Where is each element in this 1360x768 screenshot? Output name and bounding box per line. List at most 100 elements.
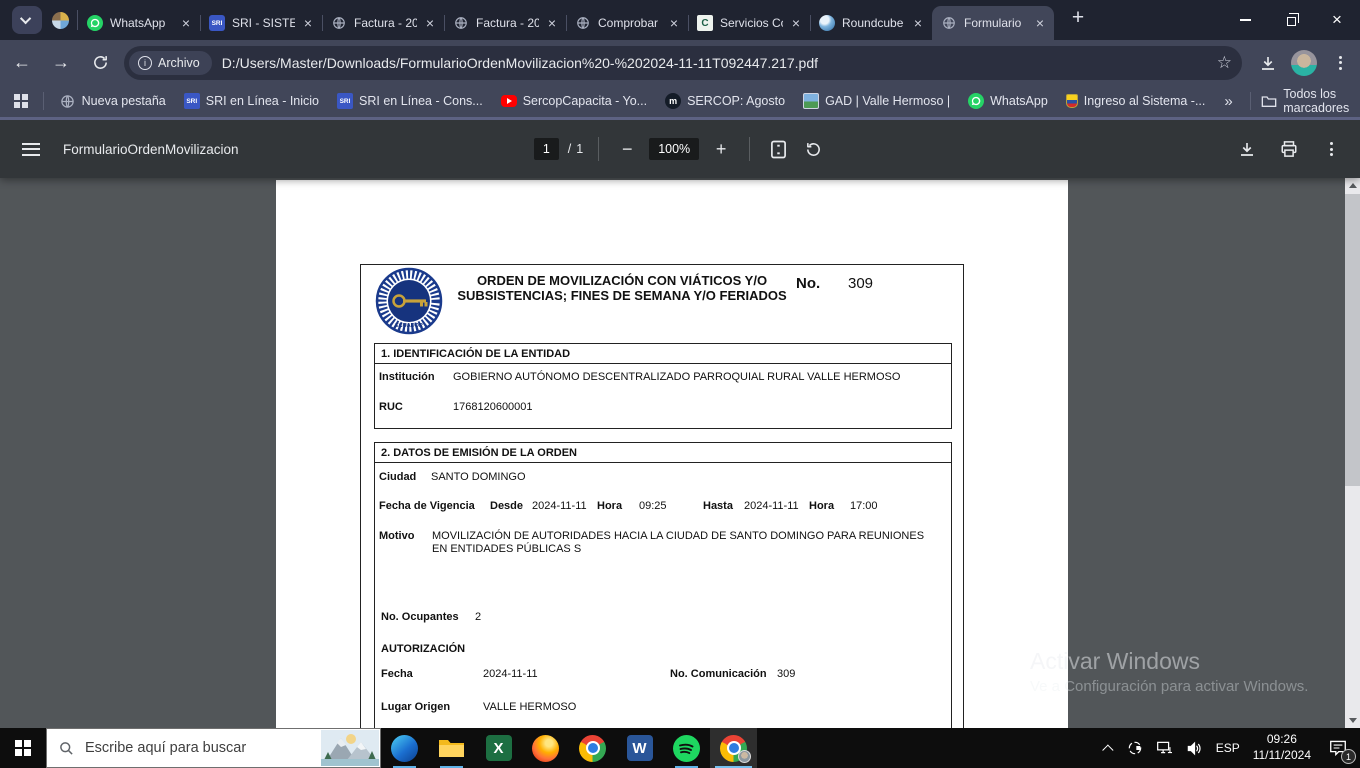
minimize-icon xyxy=(1239,19,1251,21)
close-icon[interactable]: × xyxy=(788,15,804,31)
fit-to-page-button[interactable] xyxy=(765,136,791,162)
scrollbar-thumb[interactable] xyxy=(1345,194,1360,486)
scroll-down-button[interactable] xyxy=(1345,713,1360,728)
close-icon[interactable]: × xyxy=(300,15,316,31)
ruc-value: 1768120600001 xyxy=(453,401,533,413)
address-bar[interactable]: i Archivo D:/Users/Master/Downloads/Form… xyxy=(124,45,1242,80)
clock-date: 11/11/2024 xyxy=(1252,748,1311,762)
close-icon[interactable]: × xyxy=(178,15,194,31)
taskbar-excel[interactable]: X xyxy=(475,728,522,768)
rotate-button[interactable] xyxy=(800,136,826,162)
autorizacion-heading: AUTORIZACIÓN xyxy=(381,643,466,655)
bookmark-label: SercopCapacita - Yo... xyxy=(522,94,648,108)
pdf-print-button[interactable] xyxy=(1276,136,1302,162)
globe-icon xyxy=(941,15,957,31)
downloads-button[interactable] xyxy=(1252,47,1284,79)
comunicacion-value: 309 xyxy=(777,668,796,680)
tab-factura-2[interactable]: Factura - 20 × xyxy=(444,6,566,40)
zoom-in-button[interactable]: + xyxy=(708,136,734,162)
maximize-button[interactable] xyxy=(1268,0,1314,40)
close-window-button[interactable]: × xyxy=(1314,0,1360,40)
forward-button[interactable]: → xyxy=(44,46,78,80)
taskbar-spotify[interactable] xyxy=(663,728,710,768)
bookmark-sri-inicio[interactable]: SRI SRI en Línea - Inicio xyxy=(183,93,319,109)
browser-menu-button[interactable] xyxy=(1324,47,1356,79)
network-icon[interactable] xyxy=(1156,741,1173,756)
bookmark-sercop-agosto[interactable]: m SERCOP: Agosto xyxy=(665,93,785,109)
tab-sri[interactable]: SRI SRI - SISTEM × xyxy=(200,6,322,40)
triangle-up-icon xyxy=(1348,183,1357,188)
vertical-scrollbar[interactable] xyxy=(1345,178,1360,728)
start-button[interactable] xyxy=(0,728,46,768)
tab-comprobar[interactable]: Comprobar × xyxy=(566,6,688,40)
tab-search-button[interactable] xyxy=(12,6,42,34)
bookmark-ingreso-sistema[interactable]: Ingreso al Sistema -... xyxy=(1065,94,1205,108)
apps-grid-icon[interactable] xyxy=(14,94,28,108)
site-info-chip[interactable]: i Archivo xyxy=(129,50,212,75)
close-icon[interactable]: × xyxy=(1032,15,1048,31)
bookmark-sercopcapacita[interactable]: SercopCapacita - Yo... xyxy=(500,94,648,108)
hasta-value: 2024-11-11 xyxy=(744,500,799,512)
search-placeholder: Escribe aquí para buscar xyxy=(85,740,247,756)
close-icon[interactable]: × xyxy=(422,15,438,31)
notification-badge: 1 xyxy=(1341,749,1356,764)
close-icon[interactable]: × xyxy=(544,15,560,31)
document-title: ORDEN DE MOVILIZACIÓN CON VIÁTICOS Y/O S… xyxy=(457,273,787,303)
bookmarks-overflow-button[interactable]: » xyxy=(1224,93,1232,110)
profile-avatar[interactable] xyxy=(1288,47,1320,79)
url-text[interactable]: D:/Users/Master/Downloads/FormularioOrde… xyxy=(222,55,1209,71)
pdf-content-area[interactable]: ECUADOR ORDEN DE MOVILIZACIÓN CON VIÁTIC… xyxy=(0,178,1360,728)
all-bookmarks[interactable]: Todos los marcadores xyxy=(1243,87,1350,115)
page-number-input[interactable]: 1 xyxy=(533,138,559,160)
scroll-up-button[interactable] xyxy=(1345,178,1360,193)
reload-button[interactable] xyxy=(83,46,117,80)
pdf-download-button[interactable] xyxy=(1234,136,1260,162)
taskbar-chrome[interactable] xyxy=(569,728,616,768)
triangle-down-icon xyxy=(1348,718,1357,723)
taskbar-firefox[interactable] xyxy=(522,728,569,768)
ecuador-shield-icon xyxy=(1065,94,1078,108)
tray-chevron-up-icon[interactable] xyxy=(1101,744,1114,756)
taskbar-word[interactable]: W xyxy=(616,728,663,768)
tab-servicios[interactable]: C Servicios Co × xyxy=(688,6,810,40)
divider xyxy=(598,137,600,161)
tab-label: Servicios Co xyxy=(720,16,783,30)
bookmark-star-icon[interactable]: ☆ xyxy=(1217,53,1232,73)
bookmark-whatsapp[interactable]: WhatsApp xyxy=(968,93,1048,109)
pdf-more-button[interactable] xyxy=(1318,136,1344,162)
search-icon xyxy=(60,741,73,755)
language-indicator[interactable]: ESP xyxy=(1216,741,1240,755)
taskbar-search-input[interactable]: Escribe aquí para buscar xyxy=(46,728,381,768)
taskbar-chrome-active[interactable] xyxy=(710,728,757,768)
notification-center-button[interactable]: 1 xyxy=(1324,734,1356,764)
new-tab-button[interactable]: + xyxy=(1064,4,1092,32)
bookmark-nueva-pestana[interactable]: Nueva pestaña xyxy=(60,93,166,109)
bookmark-sri-consultas[interactable]: SRI SRI en Línea - Cons... xyxy=(337,93,483,109)
close-icon[interactable]: × xyxy=(666,15,682,31)
tab-factura-1[interactable]: Factura - 20 × xyxy=(322,6,444,40)
tab-formulario-active[interactable]: Formulario × xyxy=(932,6,1054,40)
close-icon[interactable]: × xyxy=(910,15,926,31)
zoom-level-input[interactable]: 100% xyxy=(649,138,700,160)
image-icon xyxy=(803,93,820,109)
tab-whatsapp[interactable]: WhatsApp × xyxy=(78,6,200,40)
pdf-menu-icon[interactable] xyxy=(22,142,40,156)
pdf-actions xyxy=(1234,136,1344,162)
download-icon xyxy=(1262,56,1274,70)
bookmark-gad-valle-hermoso[interactable]: GAD | Valle Hermoso | xyxy=(803,93,950,109)
pinned-tab[interactable] xyxy=(52,12,69,29)
taskbar-clock[interactable]: 09:26 11/11/2024 xyxy=(1253,732,1311,763)
zoom-out-button[interactable]: − xyxy=(614,136,640,162)
print-icon xyxy=(1281,141,1297,157)
comunicacion-label: No. Comunicación xyxy=(670,668,767,680)
volume-icon[interactable] xyxy=(1186,741,1203,756)
taskbar-edge[interactable] xyxy=(381,728,428,768)
tab-label: SRI - SISTEM xyxy=(232,16,295,30)
weather-widget[interactable] xyxy=(321,730,379,766)
taskbar-file-explorer[interactable] xyxy=(428,728,475,768)
tray-sync-icon[interactable] xyxy=(1127,740,1143,756)
tab-roundcube[interactable]: Roundcube × xyxy=(810,6,932,40)
origen-value: VALLE HERMOSO xyxy=(483,701,577,713)
minimize-button[interactable] xyxy=(1222,0,1268,40)
back-button[interactable]: ← xyxy=(5,46,39,80)
